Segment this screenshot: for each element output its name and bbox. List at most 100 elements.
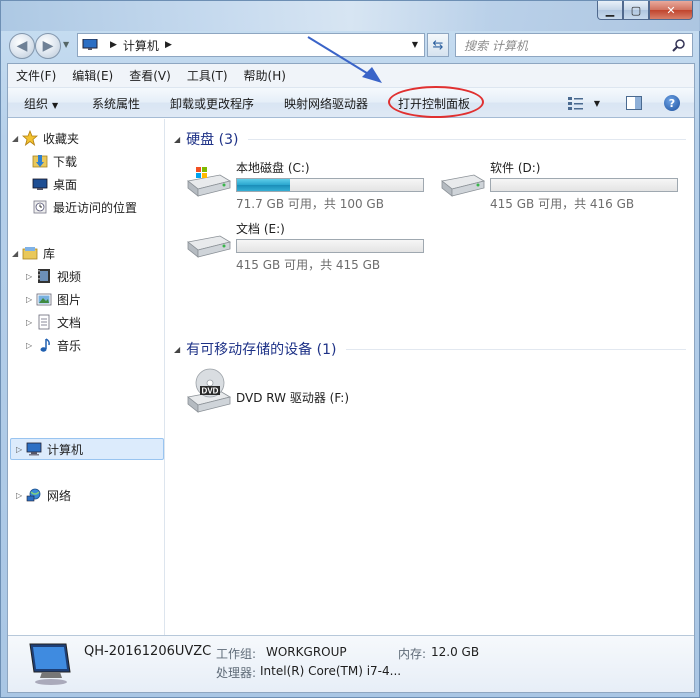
close-button[interactable]: ✕ <box>649 1 693 20</box>
workgroup-value: WORKGROUP <box>266 645 347 659</box>
computer-name: QH-20161206UVZC <box>84 644 212 659</box>
drive-e-usage-bar <box>236 239 424 253</box>
search-icon[interactable] <box>672 38 686 52</box>
computer-icon <box>82 39 98 50</box>
cpu-label: 处理器: <box>216 666 257 680</box>
libraries-label: 库 <box>43 246 56 261</box>
drive-e-space: 415 GB 可用，共 415 GB <box>236 258 381 272</box>
expand-icon[interactable]: ▷ <box>26 318 36 327</box>
tree-recent-places[interactable]: 最近访问的位置 <box>32 197 137 217</box>
menu-help[interactable]: 帮助(H) <box>236 67 294 84</box>
collapse-group-icon[interactable]: ◢ <box>174 345 180 354</box>
tree-videos[interactable]: ▷ 视频 <box>26 266 81 286</box>
menu-view[interactable]: 查看(V) <box>121 67 179 84</box>
help-icon[interactable]: ? <box>664 95 680 111</box>
group-hard-drives[interactable]: ◢ 硬盘 (3) <box>174 129 686 149</box>
tree-pictures[interactable]: ▷ 图片 <box>26 289 81 309</box>
tree-libraries[interactable]: ◢ 库 <box>12 243 55 263</box>
dvd-logo-text: DVD <box>202 387 219 396</box>
expand-icon[interactable]: ▷ <box>26 341 36 350</box>
drive-d-name: 软件 (D:) <box>490 161 541 175</box>
documents-label: 文档 <box>57 315 82 330</box>
navigation-pane: ◢ 收藏夹 下载 桌面 最近访问的位置 ◢ 库 ▷ 视频 ▷ 图片 ▷ 文档 ▷… <box>8 119 165 635</box>
change-view-icon[interactable] <box>567 96 584 110</box>
cpu-value: Intel(R) Core(TM) i7-4... <box>260 664 402 678</box>
drive-e[interactable]: 文档 (E:) 415 GB 可用，共 415 GB <box>184 220 434 280</box>
breadcrumb-separator-icon[interactable]: ▶ <box>110 40 117 50</box>
menu-file[interactable]: 文件(F) <box>8 67 64 84</box>
refresh-icon: ⇆ <box>432 37 444 53</box>
recent-places-icon <box>32 199 48 215</box>
recent-pages-dropdown[interactable]: ▼ <box>63 40 69 49</box>
computer-icon <box>26 441 42 457</box>
dvd-drive-icon: DVD <box>187 368 232 413</box>
tree-music[interactable]: ▷ 音乐 <box>26 335 81 355</box>
breadcrumb-chevron-icon[interactable]: ▶ <box>165 40 172 50</box>
network-label: 网络 <box>47 488 72 503</box>
tree-documents[interactable]: ▷ 文档 <box>26 312 81 332</box>
drive-c-name: 本地磁盘 (C:) <box>236 161 310 175</box>
view-dropdown-icon[interactable]: ▼ <box>594 99 600 108</box>
view-buttons: ▼ ? <box>567 95 680 111</box>
memory-value: 12.0 GB <box>431 645 480 659</box>
tree-desktop[interactable]: 桌面 <box>32 174 77 194</box>
memory-label: 内存: <box>398 647 427 661</box>
maximize-button[interactable]: ▢ <box>623 1 649 20</box>
breadcrumb-computer[interactable]: 计算机 <box>123 37 159 54</box>
forward-button[interactable]: ▶ <box>35 33 61 59</box>
back-button[interactable]: ◀ <box>9 33 35 59</box>
downloads-folder-icon <box>32 153 48 169</box>
drive-e-name: 文档 (E:) <box>236 222 285 236</box>
uninstall-program-button[interactable]: 卸载或更改程序 <box>170 95 254 112</box>
collapse-icon[interactable]: ◢ <box>12 134 22 143</box>
tree-favorites[interactable]: ◢ 收藏夹 <box>12 128 79 148</box>
collapse-icon[interactable]: ◢ <box>12 249 22 258</box>
caption-buttons: ▁ ▢ ✕ <box>597 1 693 20</box>
system-properties-button[interactable]: 系统属性 <box>92 95 140 112</box>
expand-icon[interactable]: ▷ <box>16 491 26 500</box>
forward-arrow-icon: ▶ <box>42 38 54 54</box>
annotation-circle <box>388 86 484 118</box>
search-box[interactable]: 搜索 计算机 <box>455 33 693 57</box>
address-dropdown-icon[interactable]: ▼ <box>412 40 418 49</box>
music-note-icon <box>36 337 52 353</box>
refresh-button[interactable]: ⇆ <box>427 33 449 57</box>
client-area: 文件(F) 编辑(E) 查看(V) 工具(T) 帮助(H) 组织 ▼ 系统属性 卸… <box>7 63 695 693</box>
expand-icon[interactable]: ▷ <box>26 272 36 281</box>
drive-c-usage-fill <box>237 179 290 191</box>
organize-button[interactable]: 组织 ▼ <box>24 95 58 112</box>
expand-icon[interactable]: ▷ <box>16 445 26 454</box>
organize-label: 组织 <box>24 97 49 111</box>
video-icon <box>36 268 52 284</box>
drive-c[interactable]: 本地磁盘 (C:) 71.7 GB 可用，共 100 GB <box>184 159 434 219</box>
details-pane: QH-20161206UVZC 工作组: WORKGROUP 内存: 12.0 … <box>8 635 694 692</box>
group-hard-drives-title: 硬盘 (3) <box>186 132 239 148</box>
recent-places-label: 最近访问的位置 <box>53 200 138 215</box>
downloads-label: 下载 <box>53 154 78 169</box>
group-divider <box>346 348 686 350</box>
tree-downloads[interactable]: 下载 <box>32 151 77 171</box>
hard-drive-windows-icon <box>187 167 232 197</box>
minimize-button[interactable]: ▁ <box>597 1 623 20</box>
menu-tools[interactable]: 工具(T) <box>179 67 236 84</box>
expand-icon[interactable]: ▷ <box>26 295 36 304</box>
drive-c-usage-bar <box>236 178 424 192</box>
music-label: 音乐 <box>57 338 82 353</box>
menu-edit[interactable]: 编辑(E) <box>64 67 121 84</box>
content-pane: ◢ 硬盘 (3) 本地磁盘 (C:) 71.7 GB 可用，共 100 GB 软… <box>166 119 694 635</box>
computer-monitor-icon <box>29 643 71 685</box>
explorer-window: ▁ ▢ ✕ ◀ ▶ ▼ ▶ 计算机 ▶ ▼ ⇆ 搜索 计算机 文件(F) 编辑(… <box>0 0 700 698</box>
map-network-drive-button[interactable]: 映射网络驱动器 <box>284 95 368 112</box>
annotation-arrow <box>307 36 382 83</box>
drive-d[interactable]: 软件 (D:) 415 GB 可用，共 416 GB <box>438 159 688 219</box>
desktop-icon <box>32 176 48 192</box>
tree-network[interactable]: ▷ 网络 <box>16 485 71 505</box>
videos-label: 视频 <box>57 269 82 284</box>
tree-computer[interactable]: ▷ 计算机 <box>16 439 83 459</box>
collapse-group-icon[interactable]: ◢ <box>174 135 180 144</box>
drive-f-dvd[interactable]: DVD DVD RW 驱动器 (F:) <box>184 365 434 425</box>
command-bar: 组织 ▼ 系统属性 卸载或更改程序 映射网络驱动器 打开控制面板 ▼ ? <box>8 88 694 118</box>
preview-pane-icon[interactable] <box>626 96 642 110</box>
group-removable-storage[interactable]: ◢ 有可移动存储的设备 (1) <box>174 339 686 359</box>
drive-f-name: DVD RW 驱动器 (F:) <box>236 391 350 405</box>
